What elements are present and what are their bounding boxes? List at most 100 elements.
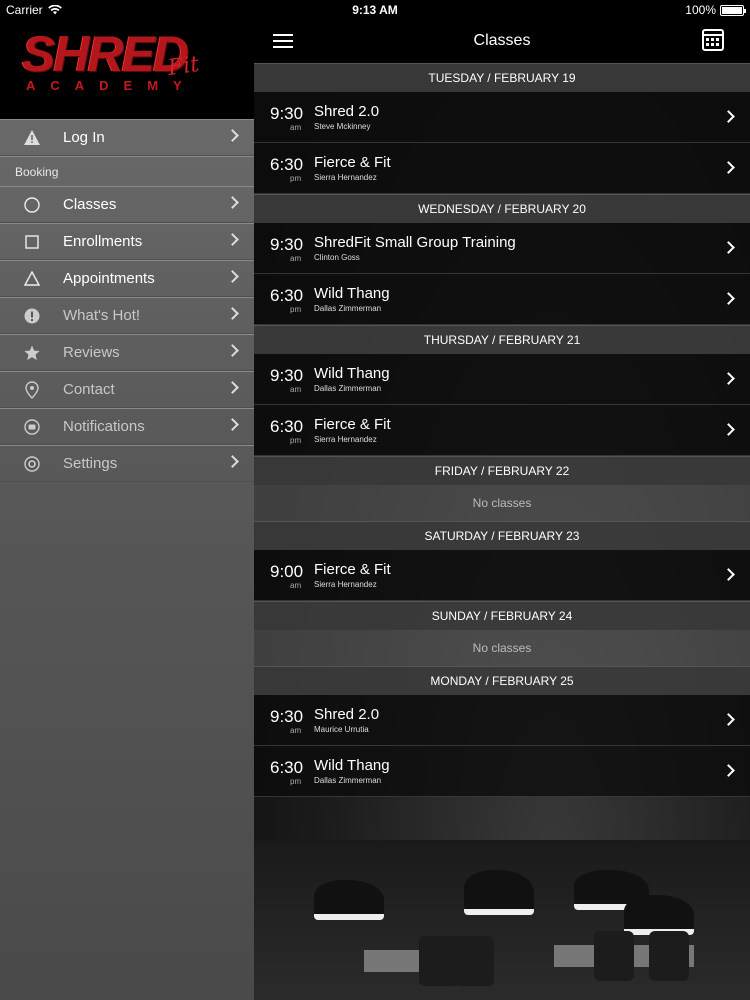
class-instructor: Maurice Urrutia [314, 725, 369, 734]
chevron-right-icon [722, 161, 735, 174]
logo-shred-text: SHRED [22, 26, 189, 82]
dumbbell-image [364, 936, 494, 986]
class-time: 6:30 [270, 155, 304, 174]
class-row[interactable]: 6:30 pm Fierce & Fit Sierra Hernandez [254, 143, 750, 194]
battery-indicator: 100% [685, 3, 746, 17]
class-row[interactable]: 9:00 am Fierce & Fit Sierra Hernandez [254, 550, 750, 601]
sidebar-item-reviews[interactable]: Reviews [0, 334, 254, 371]
class-time: 9:00 [270, 562, 304, 581]
class-ampm: am [290, 726, 302, 735]
sidebar-item-login[interactable]: Log In [0, 119, 254, 156]
day-header: WEDNESDAY / FEBRUARY 20 [254, 194, 750, 223]
class-name: Fierce & Fit [314, 154, 391, 171]
battery-percent: 100% [685, 3, 716, 17]
class-instructor: Clinton Goss [314, 253, 360, 262]
sidebar-item-label: Log In [63, 129, 105, 146]
page-title: Classes [473, 32, 531, 49]
sidebar-item-appointments[interactable]: Appointments [0, 260, 254, 297]
class-ampm: am [290, 581, 302, 590]
background-photo [254, 840, 750, 1000]
calendar-icon[interactable] [702, 29, 724, 51]
sidebar-item-classes[interactable]: Classes [0, 186, 254, 223]
logo-academy-text: ACADEMY [26, 78, 197, 93]
class-ampm: am [290, 385, 302, 394]
dumbbell-image [554, 931, 694, 981]
day-header: SATURDAY / FEBRUARY 23 [254, 521, 750, 550]
class-time: 9:30 [270, 104, 304, 123]
day-header: FRIDAY / FEBRUARY 22 [254, 456, 750, 485]
sneaker-image [624, 895, 694, 935]
class-ampm: am [290, 254, 302, 263]
sidebar-item-contact[interactable]: Contact [0, 371, 254, 408]
no-classes-message: No classes [254, 485, 750, 521]
class-row[interactable]: 6:30 pm Fierce & Fit Sierra Hernandez [254, 405, 750, 456]
class-ampm: pm [290, 174, 302, 183]
status-bar: Carrier 9:13 AM 100% [0, 0, 750, 20]
class-row[interactable]: 6:30 pm Wild Thang Dallas Zimmerman [254, 746, 750, 797]
class-time: 9:30 [270, 235, 304, 254]
chevron-right-icon [722, 713, 735, 726]
day-header: SUNDAY / FEBRUARY 24 [254, 601, 750, 630]
chevron-right-icon [722, 241, 735, 254]
class-row[interactable]: 9:30 am ShredFit Small Group Training Cl… [254, 223, 750, 274]
main-panel: Classes TUESDAY / FEBRUARY 19 9:30 am Sh… [254, 20, 750, 1000]
logo-fit-script: Fit [166, 51, 201, 82]
class-ampm: pm [290, 305, 302, 314]
sidebar-item-enrollments[interactable]: Enrollments [0, 223, 254, 260]
class-row[interactable]: 9:30 am Shred 2.0 Steve Mckinney [254, 92, 750, 143]
day-header: TUESDAY / FEBRUARY 19 [254, 63, 750, 92]
class-time: 6:30 [270, 286, 304, 305]
speech-bubble-icon [21, 418, 43, 435]
sidebar-item-label: Appointments [63, 270, 155, 287]
class-instructor: Dallas Zimmerman [314, 776, 382, 785]
class-name: Fierce & Fit [314, 561, 391, 578]
class-name: ShredFit Small Group Training [314, 234, 516, 251]
sidebar-item-settings[interactable]: Settings [0, 445, 254, 482]
battery-icon [720, 4, 746, 16]
day-header: MONDAY / FEBRUARY 25 [254, 666, 750, 695]
sidebar-item-whats-hot[interactable]: What's Hot! [0, 297, 254, 334]
class-ampm: pm [290, 777, 302, 786]
top-navbar: Classes [254, 20, 750, 63]
sidebar-item-label: Reviews [63, 344, 120, 361]
class-name: Wild Thang [314, 285, 390, 302]
chevron-right-icon [722, 372, 735, 385]
class-time: 9:30 [270, 366, 304, 385]
location-pin-icon [21, 380, 43, 399]
chevron-right-icon [722, 292, 735, 305]
class-ampm: pm [290, 436, 302, 445]
square-icon [21, 234, 43, 249]
gear-icon [21, 455, 43, 472]
no-classes-message: No classes [254, 630, 750, 666]
sidebar-item-label: Notifications [63, 418, 145, 435]
class-time: 9:30 [270, 707, 304, 726]
class-row[interactable]: 9:30 am Shred 2.0 Maurice Urrutia [254, 695, 750, 746]
sneaker-image [314, 880, 384, 920]
chevron-right-icon [722, 568, 735, 581]
chevron-right-icon [722, 764, 735, 777]
class-name: Wild Thang [314, 365, 390, 382]
class-time: 6:30 [270, 417, 304, 436]
chevron-right-icon [722, 423, 735, 436]
sidebar-item-label: What's Hot! [63, 307, 141, 324]
star-icon [21, 345, 43, 361]
sidebar-item-label: Classes [63, 196, 117, 213]
warning-icon [21, 130, 43, 145]
class-instructor: Sierra Hernandez [314, 580, 377, 589]
sidebar-item-label: Contact [63, 381, 115, 398]
class-time: 6:30 [270, 758, 304, 777]
class-instructor: Steve Mckinney [314, 122, 371, 131]
class-schedule-list: TUESDAY / FEBRUARY 19 9:30 am Shred 2.0 … [254, 63, 750, 797]
sidebar-item-label: Settings [63, 455, 118, 472]
class-row[interactable]: 9:30 am Wild Thang Dallas Zimmerman [254, 354, 750, 405]
circle-icon [21, 196, 43, 213]
sneaker-image [464, 870, 534, 915]
class-instructor: Dallas Zimmerman [314, 304, 382, 313]
sidebar-item-notifications[interactable]: Notifications [0, 408, 254, 445]
class-instructor: Sierra Hernandez [314, 173, 377, 182]
class-row[interactable]: 6:30 pm Wild Thang Dallas Zimmerman [254, 274, 750, 325]
class-instructor: Sierra Hernandez [314, 435, 377, 444]
exclamation-icon [21, 308, 43, 324]
sidebar: SHRED Fit ACADEMY Log In Booking Classes… [0, 20, 254, 1000]
clock: 9:13 AM [352, 3, 398, 17]
